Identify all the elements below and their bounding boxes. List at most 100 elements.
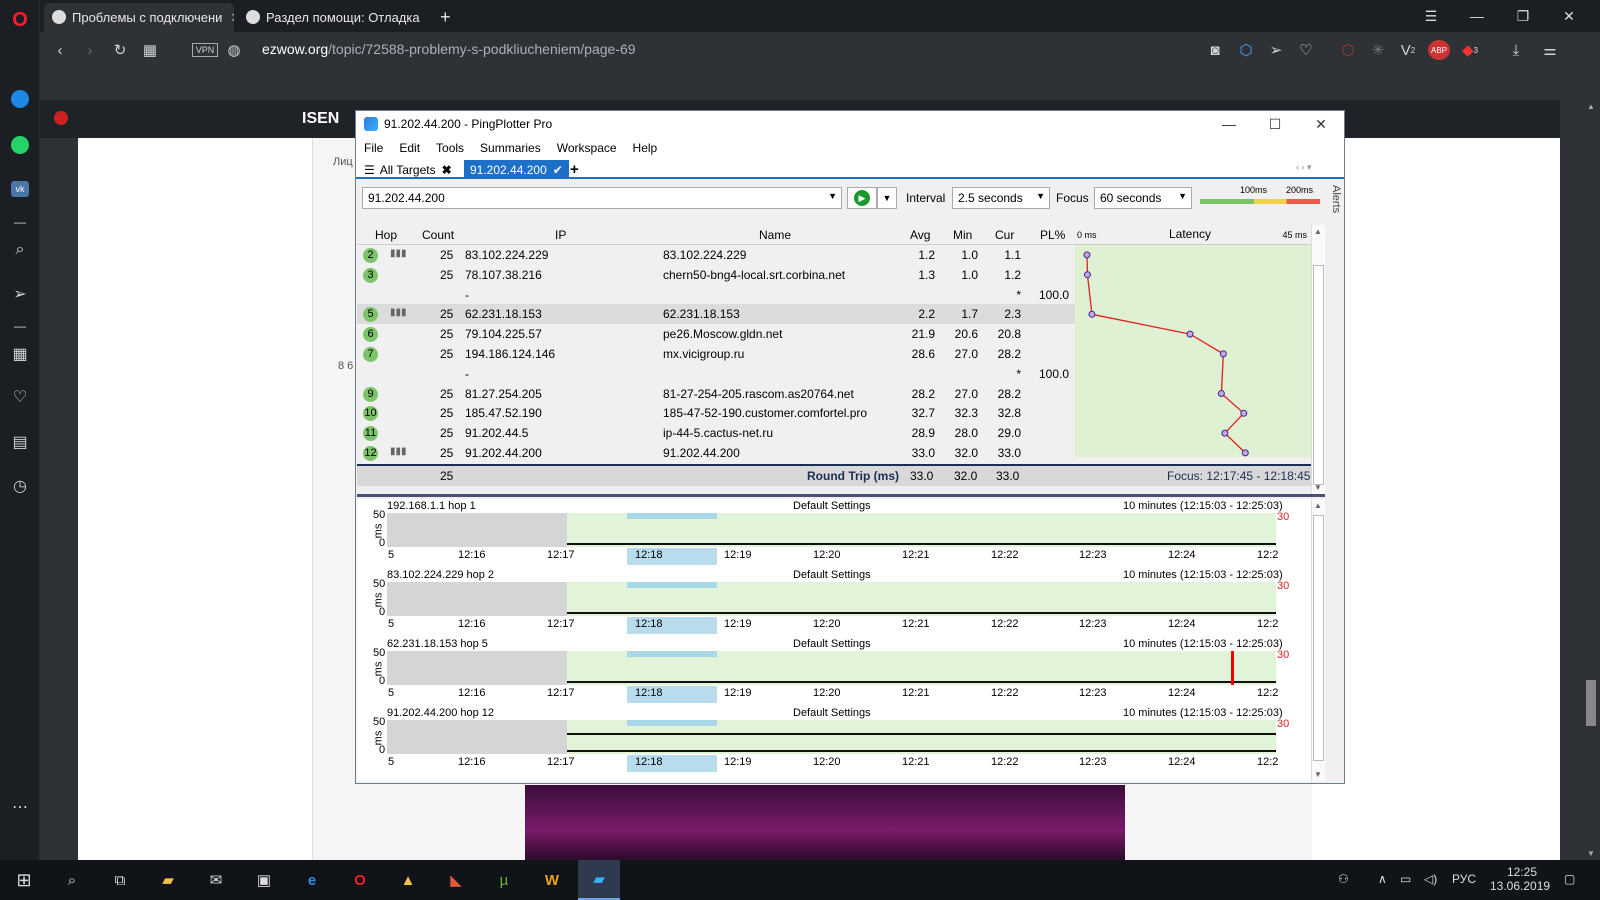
lower-scrollbar[interactable]: ▲ ▼ — [1311, 499, 1325, 781]
close-tab-icon[interactable]: ✕ — [230, 10, 234, 26]
notifications-icon[interactable]: ▢ — [1564, 872, 1575, 886]
shield-icon[interactable]: ⬡ — [1338, 40, 1358, 60]
scroll-thumb[interactable] — [1313, 515, 1324, 761]
wow-icon[interactable]: W — [540, 868, 564, 892]
opera-icon[interactable]: O — [348, 868, 372, 892]
scroll-down-icon[interactable]: ▼ — [1314, 483, 1322, 492]
back-icon[interactable]: ‹ — [50, 40, 70, 60]
col-cur[interactable]: Cur — [995, 228, 1014, 242]
table-row[interactable]: 6 25 79.104.225.57 pe26.Moscow.gldn.net 21.9… — [357, 324, 1075, 344]
extension-icon[interactable]: ⬡ — [1236, 40, 1256, 60]
forward-icon[interactable]: › — [80, 40, 100, 60]
bar-chart-icon[interactable]: ▮▮▮ — [390, 446, 407, 457]
col-avg[interactable]: Avg — [910, 228, 930, 242]
store-icon[interactable]: ▣ — [252, 868, 276, 892]
pp-close-button[interactable]: ✕ — [1298, 111, 1344, 137]
start-dropdown[interactable]: ▼ — [877, 187, 897, 209]
col-ip[interactable]: IP — [555, 228, 566, 242]
vpn-badge[interactable]: VPN — [192, 43, 218, 57]
task-view-icon[interactable]: ⧉ — [108, 868, 132, 892]
start-button[interactable]: ▶ — [847, 187, 877, 209]
close-tab-icon[interactable]: ✖ — [442, 163, 452, 177]
pp-minimize-button[interactable]: — — [1206, 111, 1252, 137]
col-hop[interactable]: Hop — [375, 228, 397, 242]
app-triangle-icon[interactable]: ▲ — [396, 868, 420, 892]
timeline-strip[interactable]: 91.202.44.200 hop 12 Default Settings 10 m… — [357, 706, 1311, 775]
col-count[interactable]: Count — [422, 228, 454, 242]
maximize-button[interactable]: ❐ — [1500, 0, 1546, 32]
flow-icon[interactable]: ➢ — [1266, 40, 1286, 60]
splitter[interactable] — [357, 494, 1325, 497]
table-row[interactable]: 3 25 78.107.38.216 chern50-bng4-local.srt.c… — [357, 265, 1075, 285]
messenger-icon[interactable] — [8, 87, 32, 111]
scroll-up-icon[interactable]: ▲ — [1587, 102, 1595, 111]
history-icon[interactable]: ◷ — [8, 474, 32, 498]
chevron-down-icon[interactable]: ▼ — [828, 191, 837, 201]
reload-icon[interactable]: ↻ — [110, 40, 130, 60]
table-row[interactable]: 12 ▮▮▮ 25 91.202.44.200 91.202.44.200 33.0 32.… — [357, 443, 1075, 463]
browser-tab-2[interactable]: Раздел помощи: Отладка — [238, 3, 428, 32]
alerts-tab[interactable]: Alerts — [1330, 185, 1342, 213]
menu-help[interactable]: Help — [625, 141, 666, 155]
timeline-strip[interactable]: 83.102.224.229 hop 2 Default Settings 10 m… — [357, 568, 1311, 637]
pp-maximize-button[interactable]: ☐ — [1252, 111, 1298, 137]
scroll-thumb[interactable] — [1313, 265, 1324, 485]
app-icon[interactable]: ◣ — [444, 868, 468, 892]
url-field[interactable]: ezwow.org/topic/72588-problemy-s-podkliu… — [262, 41, 636, 57]
adblock-icon[interactable]: ABP — [1428, 40, 1450, 60]
extension-icon[interactable]: ✳ — [1368, 40, 1388, 60]
scroll-down-icon[interactable]: ▼ — [1314, 770, 1322, 779]
table-row[interactable]: - * 100.0 — [357, 364, 1075, 384]
table-row[interactable]: 2 ▮▮▮ 25 83.102.224.229 83.102.224.229 1.2 1.0… — [357, 245, 1075, 265]
news-icon[interactable]: ▤ — [8, 430, 32, 454]
speed-dial-icon[interactable]: ▦ — [140, 40, 160, 60]
tab-target[interactable]: 91.202.44.200 ✔ — [464, 160, 569, 179]
clock[interactable]: 12:25 13.06.2019 — [1490, 865, 1550, 893]
target-input[interactable]: 91.202.44.200 ▼ — [362, 187, 842, 209]
people-icon[interactable]: ⚇ — [1338, 872, 1349, 886]
whatsapp-icon[interactable] — [8, 133, 32, 157]
camera-icon[interactable]: ◙ — [1205, 40, 1225, 60]
table-row[interactable]: 9 25 81.27.254.205 81-27-254-205.rascom.as2… — [357, 384, 1075, 404]
bar-chart-icon[interactable]: ▮▮▮ — [390, 307, 407, 318]
download-icon[interactable]: ⤓ — [1506, 40, 1526, 60]
language-indicator[interactable]: РУС — [1452, 872, 1476, 886]
pingplotter-taskbar-icon[interactable]: ▰ — [578, 860, 620, 900]
scroll-down-icon[interactable]: ▼ — [1587, 849, 1595, 858]
browser-tab-1[interactable]: Проблемы с подключени ✕ — [44, 3, 234, 32]
add-tab-button[interactable]: + — [564, 160, 585, 179]
tab-all-targets[interactable]: ☰ All Targets ✖ — [358, 160, 458, 179]
settings-icon[interactable]: ⚌ — [1540, 40, 1560, 60]
bar-chart-icon[interactable]: ▮▮▮ — [390, 248, 407, 259]
menu-tools[interactable]: Tools — [428, 141, 472, 155]
timeline-strip[interactable]: 192.168.1.1 hop 1 Default Settings 10 minu… — [357, 499, 1311, 568]
heart-icon[interactable]: ♡ — [1296, 40, 1316, 60]
search-icon[interactable]: ⌕ — [8, 238, 32, 262]
more-icon[interactable]: ⋯ — [8, 795, 32, 819]
new-tab-button[interactable]: + — [432, 3, 459, 32]
easy-setup-icon[interactable]: ☰ — [1408, 0, 1454, 32]
send-icon[interactable]: ➢ — [8, 282, 32, 306]
volume-icon[interactable]: ◁) — [1424, 872, 1437, 886]
scroll-thumb[interactable] — [1586, 680, 1596, 726]
interval-select[interactable]: 2.5 seconds ▼ — [952, 187, 1050, 209]
page-scrollbar[interactable]: ▲ ▼ — [1582, 100, 1600, 860]
col-min[interactable]: Min — [953, 228, 972, 242]
table-row[interactable]: - * 100.0 — [357, 285, 1075, 305]
table-row[interactable]: 5 ▮▮▮ 25 62.231.18.153 62.231.18.153 2.2 1.7 2.… — [357, 304, 1075, 325]
opera-logo-icon[interactable]: O — [8, 8, 32, 32]
ublock-icon[interactable] — [54, 111, 68, 125]
scroll-up-icon[interactable]: ▲ — [1314, 501, 1322, 510]
table-row[interactable]: 7 25 194.186.124.146 mx.vicigroup.ru 28.6 27.… — [357, 344, 1075, 364]
windows-start-icon[interactable]: ⊞ — [12, 868, 36, 892]
menu-file[interactable]: File — [356, 141, 391, 155]
edge-icon[interactable]: e — [300, 868, 324, 892]
speed-dial-icon[interactable]: ▦ — [8, 342, 32, 366]
tab-scroll-icon[interactable]: ‹ › ▾ — [1296, 162, 1312, 173]
menu-workspace[interactable]: Workspace — [549, 141, 625, 155]
heart-icon[interactable]: ♡ — [8, 385, 32, 409]
timeline-strip[interactable]: 62.231.18.153 hop 5 Default Settings 10 mi… — [357, 637, 1311, 706]
upper-scrollbar[interactable]: ▲ ▼ — [1311, 225, 1325, 494]
col-name[interactable]: Name — [759, 228, 791, 242]
extension-v-icon[interactable]: V2 — [1398, 40, 1418, 60]
